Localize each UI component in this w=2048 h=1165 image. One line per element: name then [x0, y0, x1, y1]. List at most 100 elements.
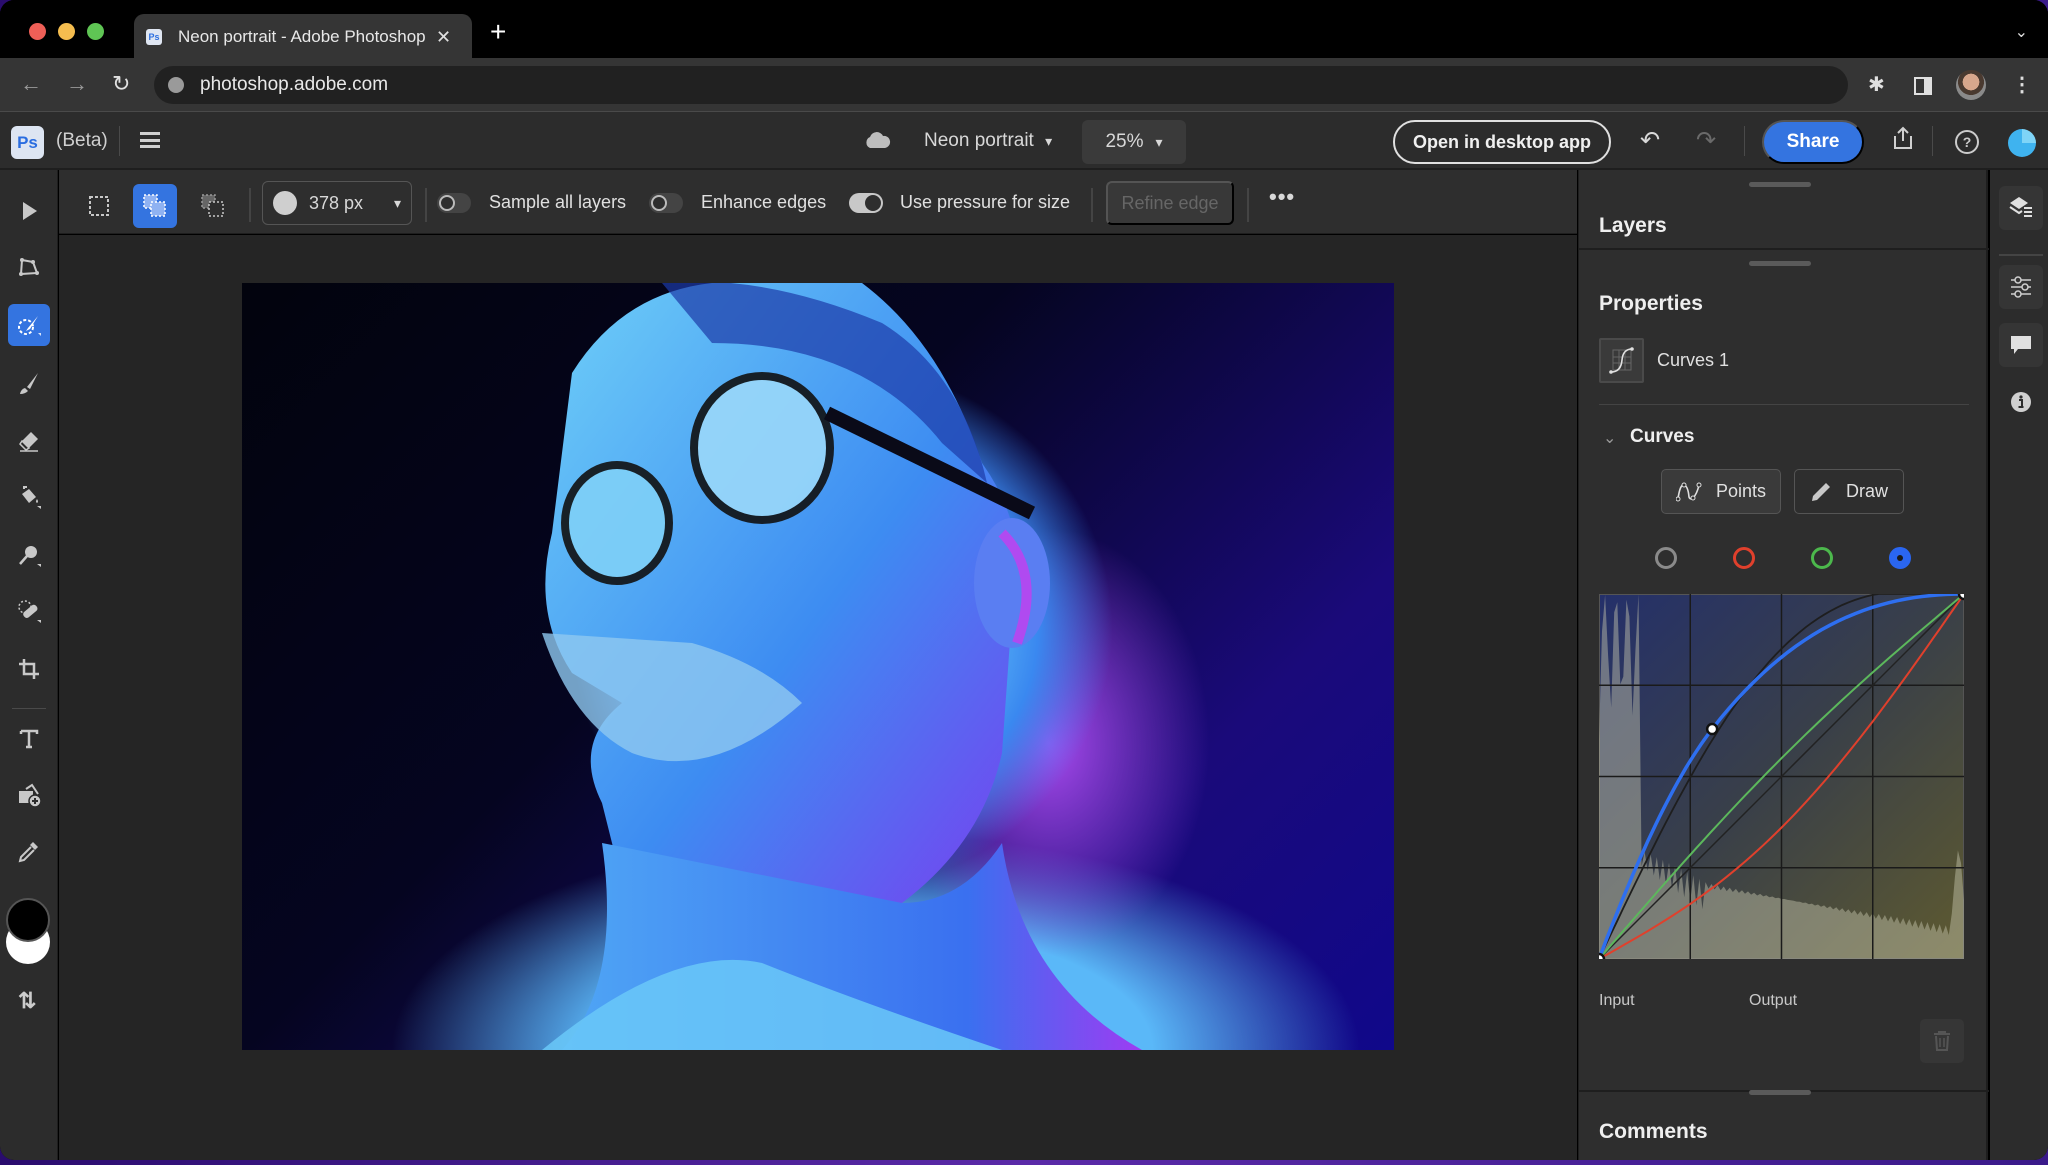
help-icon[interactable]: ? — [1955, 130, 1979, 154]
move-tool[interactable] — [8, 190, 50, 232]
creative-cloud-icon[interactable] — [2008, 129, 2036, 157]
zoom-level-dropdown[interactable]: 25% ▾ — [1082, 120, 1186, 164]
panel-resize-handle[interactable] — [1749, 261, 1811, 266]
channel-red-radio[interactable] — [1733, 547, 1755, 569]
new-selection-icon — [89, 196, 109, 216]
profile-avatar[interactable] — [1956, 70, 1986, 100]
channel-blue-radio[interactable] — [1889, 547, 1911, 569]
divider — [119, 126, 120, 156]
new-tab-icon[interactable]: + — [490, 16, 506, 48]
swap-colors-icon[interactable]: ⇅ — [18, 988, 36, 1014]
forward-icon[interactable]: → — [66, 71, 88, 97]
export-icon[interactable] — [1892, 126, 1914, 150]
close-tab-icon[interactable]: ✕ — [436, 27, 451, 48]
separator — [1247, 188, 1249, 222]
site-info-icon[interactable] — [168, 77, 184, 93]
curve-control-point[interactable] — [1957, 594, 1964, 601]
draw-mode-button[interactable]: Draw — [1794, 469, 1904, 514]
enhance-edges-toggle[interactable] — [649, 193, 683, 213]
sliders-icon — [2011, 276, 2031, 298]
paint-bucket-icon — [22, 486, 41, 509]
use-pressure-for-size-label: Use pressure for size — [900, 192, 1071, 212]
chevron-down-icon: ▾ — [1045, 133, 1053, 149]
curve-control-point[interactable] — [1599, 952, 1606, 959]
document-name-dropdown[interactable]: Neon portrait ▾ — [924, 130, 1052, 152]
chevron-down-icon: ▾ — [393, 194, 401, 211]
properties-title: Properties — [1599, 292, 1703, 315]
undo-icon[interactable]: ↶ — [1640, 126, 1660, 155]
healing-brush-tool[interactable] — [8, 590, 50, 632]
divider — [1932, 126, 1933, 156]
side-panel-icon[interactable] — [1914, 77, 1932, 95]
url-field[interactable]: photoshop.adobe.com — [154, 66, 1848, 104]
comments-title[interactable]: Comments — [1599, 1120, 1708, 1144]
tool-separator — [12, 708, 46, 709]
curves-section-title[interactable]: Curves — [1630, 426, 1694, 448]
open-in-desktop-app-button[interactable]: Open in desktop app — [1393, 120, 1611, 164]
close-window-button[interactable] — [29, 23, 46, 40]
browser-menu-icon[interactable]: ⋮ — [2012, 72, 2032, 97]
reload-icon[interactable]: ↻ — [112, 71, 130, 97]
enhance-edges-label: Enhance edges — [701, 192, 827, 212]
chevron-down-icon: ▾ — [1155, 133, 1163, 150]
cloud-sync-icon — [866, 132, 891, 148]
panel-resize-handle[interactable] — [1749, 182, 1811, 187]
dodge-icon — [19, 546, 41, 567]
pencil-icon — [1811, 482, 1830, 501]
share-button[interactable]: Share — [1762, 120, 1864, 164]
comments-panel-button[interactable] — [1999, 323, 2043, 367]
place-image-tool[interactable] — [8, 774, 50, 816]
tab-search-chevron-icon[interactable]: ⌄ — [2015, 22, 2028, 42]
extensions-icon[interactable]: ✱ — [1868, 72, 1885, 97]
eraser-tool[interactable] — [8, 420, 50, 462]
crop-tool[interactable] — [8, 648, 50, 690]
layer-name: Curves 1 — [1657, 350, 1730, 370]
eyedropper-tool[interactable] — [8, 830, 50, 872]
maximize-window-button[interactable] — [87, 23, 104, 40]
canvas-area[interactable] — [59, 235, 1577, 1160]
add-to-selection-button[interactable] — [133, 184, 177, 228]
separator — [249, 188, 251, 222]
sample-all-layers-toggle[interactable] — [437, 193, 471, 213]
menu-icon[interactable] — [140, 132, 160, 148]
curve-points-icon — [1675, 482, 1702, 501]
foreground-color-swatch[interactable] — [6, 898, 50, 942]
new-selection-button[interactable] — [77, 184, 121, 228]
more-options-icon[interactable]: ••• — [1269, 184, 1295, 210]
channel-rgb-radio[interactable] — [1655, 547, 1677, 569]
info-panel-button[interactable] — [1999, 380, 2043, 424]
refine-edge-button[interactable]: Refine edge — [1106, 181, 1234, 225]
dodge-tool[interactable] — [8, 534, 50, 576]
type-tool[interactable] — [8, 718, 50, 760]
lasso-tool[interactable] — [8, 246, 50, 288]
curve-control-point[interactable] — [1705, 722, 1719, 736]
crop-icon — [19, 659, 39, 679]
paint-bucket-tool[interactable] — [8, 476, 50, 518]
layers-panel-button[interactable] — [1999, 186, 2043, 230]
document-name: Neon portrait — [924, 130, 1034, 151]
chevron-down-icon[interactable]: ⌄ — [1603, 428, 1616, 448]
channel-green-radio[interactable] — [1811, 547, 1833, 569]
photoshop-logo[interactable]: Ps — [11, 126, 44, 159]
delete-point-button[interactable] — [1920, 1019, 1964, 1063]
points-mode-button[interactable]: Points — [1661, 469, 1781, 514]
quick-selection-tool[interactable] — [8, 304, 50, 346]
layers-title[interactable]: Layers — [1599, 214, 1667, 238]
brush-size-dropdown[interactable]: 378 px ▾ — [262, 181, 412, 225]
curves-adjustment-icon — [1609, 347, 1634, 374]
minimize-window-button[interactable] — [58, 23, 75, 40]
browser-tab[interactable]: Ps Neon portrait - Adobe Photoshop ✕ — [134, 14, 472, 60]
subtract-from-selection-button[interactable] — [191, 184, 235, 228]
input-label: Input — [1599, 992, 1635, 1009]
use-pressure-for-size-toggle[interactable] — [849, 193, 883, 213]
adjustments-panel-button[interactable] — [1999, 265, 2043, 309]
bandage-icon — [18, 600, 41, 623]
address-bar: ← → ↻ photoshop.adobe.com ✱ ⋮ — [0, 58, 2048, 112]
neon-portrait-image[interactable] — [242, 283, 1394, 1050]
panel-resize-handle[interactable] — [1749, 1090, 1811, 1095]
curves-graph[interactable] — [1599, 594, 1964, 959]
type-icon — [19, 729, 39, 749]
brush-tool[interactable] — [8, 362, 50, 404]
redo-icon[interactable]: ↷ — [1696, 126, 1716, 155]
back-icon[interactable]: ← — [20, 71, 42, 97]
